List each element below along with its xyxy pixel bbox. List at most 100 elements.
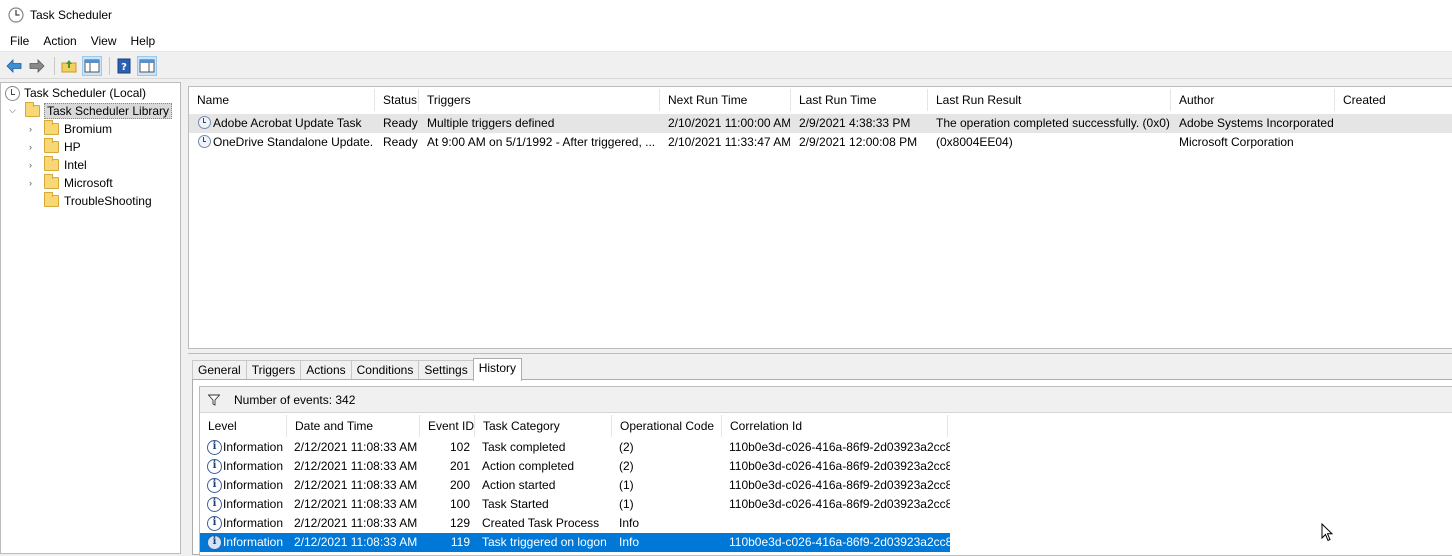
event-date-time: 2/12/2021 11:08:33 AM bbox=[294, 516, 418, 530]
back-button[interactable] bbox=[4, 56, 24, 76]
event-row-selected[interactable]: i Information 2/12/2021 11:08:33 AM 119 … bbox=[200, 533, 950, 552]
column-header-author[interactable]: Author bbox=[1171, 89, 1335, 111]
tab-general[interactable]: General bbox=[192, 360, 247, 381]
menu-view[interactable]: View bbox=[85, 31, 123, 51]
folder-icon bbox=[44, 138, 59, 153]
task-status: Ready bbox=[383, 116, 418, 130]
chevron-down-icon[interactable]: ⌵ bbox=[9, 105, 16, 116]
event-row[interactable]: i Information 2/12/2021 11:08:33 AM 200 … bbox=[200, 476, 950, 495]
column-header-created[interactable]: Created bbox=[1335, 89, 1452, 111]
toolbar-separator bbox=[109, 56, 110, 75]
event-id: 200 bbox=[449, 478, 470, 492]
column-header-last-run-time[interactable]: Last Run Time bbox=[791, 89, 928, 111]
task-status: Ready bbox=[383, 135, 418, 149]
task-row[interactable]: Adobe Acrobat Update Task Ready Multiple… bbox=[189, 114, 1452, 133]
event-level: Information bbox=[223, 459, 284, 473]
tree-item-hp[interactable]: HP bbox=[44, 138, 81, 156]
tree-item-label: TroubleShooting bbox=[64, 194, 152, 208]
menu-file[interactable]: File bbox=[4, 31, 35, 51]
column-header-name[interactable]: Name bbox=[189, 89, 375, 111]
column-header-date-and-time[interactable]: Date and Time bbox=[287, 415, 420, 437]
event-task-category: Created Task Process bbox=[482, 516, 600, 530]
event-level: Information bbox=[223, 535, 284, 549]
information-icon: i bbox=[207, 497, 222, 512]
menu-help[interactable]: Help bbox=[125, 31, 162, 51]
column-header-status[interactable]: Status bbox=[375, 89, 419, 111]
event-operational-code: Info bbox=[619, 535, 640, 549]
information-icon: i bbox=[207, 440, 222, 455]
tree-item-troubleshooting[interactable]: TroubleShooting bbox=[44, 192, 152, 210]
event-id: 129 bbox=[449, 516, 470, 530]
event-id: 102 bbox=[449, 440, 470, 454]
event-correlation-id: 110b0e3d-c026-416a-86f9-2d03923a2cc8 bbox=[729, 459, 950, 473]
event-level: Information bbox=[223, 478, 284, 492]
event-id: 100 bbox=[449, 497, 470, 511]
forward-button[interactable] bbox=[27, 56, 47, 76]
event-row[interactable]: i Information 2/12/2021 11:08:33 AM 129 … bbox=[200, 514, 950, 533]
task-row[interactable]: OneDrive Standalone Update... Ready At 9… bbox=[189, 133, 1452, 152]
tree-item-microsoft[interactable]: Microsoft bbox=[44, 174, 113, 192]
show-hide-console-tree-icon bbox=[84, 59, 100, 72]
help-icon: ? bbox=[117, 58, 131, 73]
chevron-right-icon[interactable]: › bbox=[29, 124, 32, 134]
tree-item-intel[interactable]: Intel bbox=[44, 156, 87, 174]
column-header-task-category[interactable]: Task Category bbox=[475, 415, 612, 437]
chevron-right-icon[interactable]: › bbox=[29, 178, 32, 188]
vertical-splitter[interactable] bbox=[181, 82, 187, 554]
event-correlation-id: 110b0e3d-c026-416a-86f9-2d03923a2cc8 bbox=[729, 440, 950, 454]
event-task-category: Task triggered on logon bbox=[482, 535, 607, 549]
tab-history[interactable]: History bbox=[472, 358, 523, 381]
tab-settings[interactable]: Settings bbox=[418, 360, 474, 381]
column-header-next-run-time[interactable]: Next Run Time bbox=[660, 89, 791, 111]
event-count: Number of events: 342 bbox=[234, 392, 356, 407]
event-row[interactable]: i Information 2/12/2021 11:08:33 AM 102 … bbox=[200, 438, 950, 457]
history-tab-panel: Number of events: 342 Level Date and Tim… bbox=[192, 379, 1452, 556]
column-header-event-id[interactable]: Event ID bbox=[420, 415, 475, 437]
column-header-operational-code[interactable]: Operational Code bbox=[612, 415, 722, 437]
tab-conditions[interactable]: Conditions bbox=[350, 360, 420, 381]
task-clock-icon bbox=[198, 116, 211, 129]
information-icon: i bbox=[207, 535, 222, 550]
task-list: Name Status Triggers Next Run Time Last … bbox=[188, 86, 1452, 349]
tree-item-task-scheduler-library[interactable]: Task Scheduler Library bbox=[25, 102, 173, 120]
event-id: 201 bbox=[449, 459, 470, 473]
task-created bbox=[1343, 114, 1451, 133]
filter-icon[interactable] bbox=[208, 394, 220, 406]
column-header-level[interactable]: Level bbox=[200, 415, 287, 437]
task-next-run-time: 2/10/2021 11:33:47 AM bbox=[668, 135, 790, 149]
task-last-run-time: 2/9/2021 4:38:33 PM bbox=[799, 116, 911, 130]
event-row[interactable]: i Information 2/12/2021 11:08:33 AM 100 … bbox=[200, 495, 950, 514]
menu-action[interactable]: Action bbox=[37, 31, 82, 51]
show-hide-console-tree-button[interactable] bbox=[82, 55, 102, 76]
tree-item-label: Bromium bbox=[64, 122, 113, 136]
clock-icon bbox=[5, 85, 20, 101]
event-id: 119 bbox=[450, 535, 470, 549]
tree-item-bromium[interactable]: Bromium bbox=[44, 120, 112, 138]
up-folder-button[interactable] bbox=[59, 56, 79, 76]
event-task-category: Task Started bbox=[482, 497, 549, 511]
task-name: Adobe Acrobat Update Task bbox=[213, 116, 362, 130]
task-list-header: Name Status Triggers Next Run Time Last … bbox=[189, 89, 1452, 111]
chevron-right-icon[interactable]: › bbox=[29, 160, 32, 170]
show-hide-action-pane-button[interactable] bbox=[137, 55, 157, 76]
task-scheduler-icon bbox=[8, 7, 24, 23]
column-header-last-run-result[interactable]: Last Run Result bbox=[928, 89, 1171, 111]
toolbar-separator bbox=[54, 56, 55, 75]
tree-item-label: Task Scheduler Library bbox=[44, 103, 173, 119]
event-task-category: Action started bbox=[482, 478, 556, 492]
column-header-triggers[interactable]: Triggers bbox=[419, 89, 660, 111]
tree-item-task-scheduler-local[interactable]: Task Scheduler (Local) bbox=[5, 84, 146, 102]
back-arrow-icon bbox=[6, 58, 22, 73]
tree-item-label: Microsoft bbox=[64, 176, 113, 190]
event-row[interactable]: i Information 2/12/2021 11:08:33 AM 201 … bbox=[200, 457, 950, 476]
event-level: Information bbox=[223, 497, 284, 511]
task-next-run-time: 2/10/2021 11:00:00 AM bbox=[668, 116, 790, 130]
tab-actions[interactable]: Actions bbox=[300, 360, 352, 381]
help-button[interactable]: ? bbox=[114, 56, 134, 76]
event-correlation-id: 110b0e3d-c026-416a-86f9-2d03923a2cc8 bbox=[729, 535, 950, 549]
folder-icon bbox=[44, 156, 59, 171]
task-last-run-time: 2/9/2021 12:00:08 PM bbox=[799, 135, 918, 149]
chevron-right-icon[interactable]: › bbox=[29, 142, 32, 152]
column-header-correlation-id[interactable]: Correlation Id bbox=[722, 415, 948, 437]
tab-triggers[interactable]: Triggers bbox=[245, 360, 302, 381]
